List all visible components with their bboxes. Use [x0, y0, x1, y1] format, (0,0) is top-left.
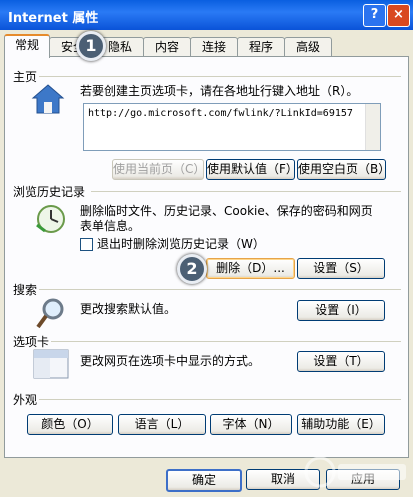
tabs-icon [33, 349, 69, 379]
use-default-button[interactable]: 使用默认值（F） [206, 159, 298, 180]
use-current-button[interactable]: 使用当前页（C） [112, 159, 205, 180]
divider [39, 399, 401, 400]
house-icon [31, 84, 65, 114]
watermark-logo-icon [304, 456, 406, 488]
callout-2: 2 [177, 254, 207, 284]
fonts-button[interactable]: 字体（N） [210, 414, 292, 435]
appearance-section-title: 外观 [13, 393, 38, 407]
home-description: 若要创建主页选项卡，请在各地址行键入地址（R）。 [80, 84, 359, 98]
divider [39, 289, 401, 290]
languages-button[interactable]: 语言（L） [118, 414, 206, 435]
tabs-description: 更改网页在选项卡中显示的方式。 [80, 354, 261, 368]
search-description: 更改搜索默认值。 [80, 302, 177, 316]
internet-properties-dialog: Internet 属性 ? × 常规 安全 隐私 内容 连接 程序 高级 1 主… [0, 0, 413, 497]
general-panel: 主页 若要创建主页选项卡，请在各地址行键入地址（R）。 http://go.mi… [4, 56, 409, 458]
tabs-section-title: 选项卡 [13, 335, 50, 349]
history-clock-icon [36, 205, 65, 233]
history-settings-button[interactable]: 设置（S） [297, 258, 385, 279]
tab-content[interactable]: 内容 [143, 37, 191, 56]
window-title: Internet 属性 [8, 11, 99, 26]
use-blank-button[interactable]: 使用空白页（B） [297, 159, 390, 180]
tab-connections[interactable]: 连接 [190, 37, 238, 56]
tab-advanced[interactable]: 高级 [284, 37, 332, 56]
tab-programs[interactable]: 程序 [237, 37, 285, 56]
magnifier-icon [36, 298, 64, 329]
colors-button[interactable]: 颜色（O） [27, 414, 113, 435]
divider [39, 76, 401, 77]
history-description: 删除临时文件、历史记录、Cookie、保存的密码和网页表单信息。 [80, 204, 373, 233]
search-settings-button[interactable]: 设置（I） [297, 300, 385, 321]
history-section-title: 浏览历史记录 [13, 185, 86, 199]
tab-general[interactable]: 常规 [4, 34, 50, 58]
close-button[interactable]: × [387, 4, 410, 27]
url-scrollbar[interactable] [365, 104, 380, 150]
title-bar: Internet 属性 ? × [0, 0, 413, 30]
search-section-title: 搜索 [13, 283, 38, 297]
home-url-textarea[interactable]: http://go.microsoft.com/fwlink/?LinkId=6… [83, 103, 381, 151]
delete-history-button[interactable]: 删除（D）... [206, 258, 295, 279]
delete-on-exit-label: 退出时删除浏览历史记录（W） [97, 237, 265, 251]
tabs-settings-button[interactable]: 设置（T） [297, 351, 385, 372]
ok-button[interactable]: 确定 [166, 469, 242, 492]
help-button[interactable]: ? [363, 4, 386, 27]
callout-1: 1 [76, 31, 106, 61]
home-url-value: http://go.microsoft.com/fwlink/?LinkId=6… [88, 108, 353, 119]
delete-on-exit-checkbox[interactable] [80, 238, 93, 251]
divider [91, 191, 401, 192]
divider [51, 341, 401, 342]
accessibility-button[interactable]: 辅助功能（E） [297, 414, 385, 435]
